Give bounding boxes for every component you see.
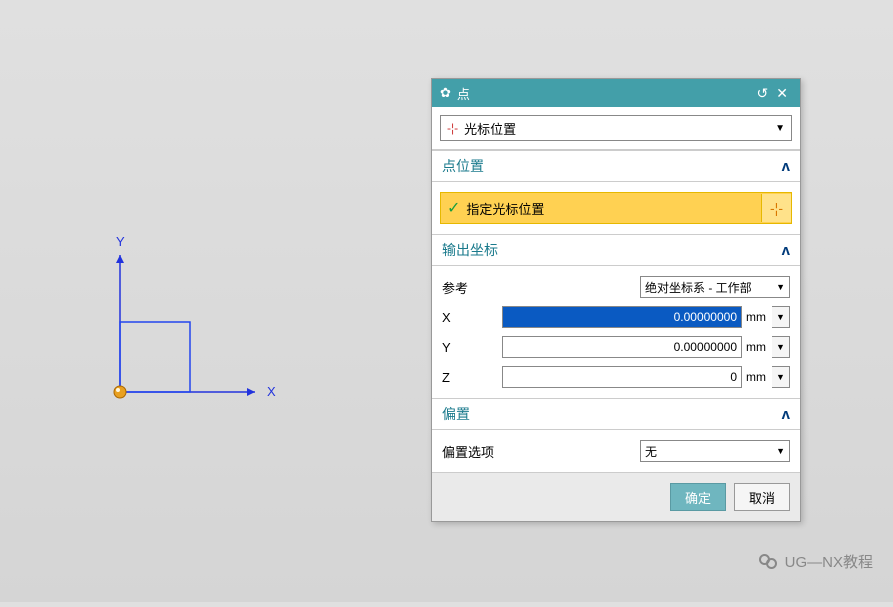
pick-point-icon[interactable]: -¦- [761,194,791,222]
wechat-icon [759,552,779,572]
chevron-down-icon: ▼ [776,282,785,292]
axis-x-label: X [267,384,276,399]
reference-label: 参考 [442,278,502,297]
x-input[interactable] [502,306,742,328]
reference-dropdown[interactable]: 绝对坐标系 - 工作部 ▼ [640,276,790,298]
section-output-coords[interactable]: 输出坐标 ʌ [432,234,800,266]
ok-button[interactable]: 确定 [670,483,726,511]
y-unit-dropdown[interactable]: ▼ [772,336,790,358]
chevron-down-icon: ▼ [775,123,785,134]
close-icon[interactable]: ✕ [772,85,792,102]
origin-point [114,386,126,398]
z-input[interactable] [502,366,742,388]
check-icon: ✓ [447,198,460,218]
reset-icon[interactable]: ↺ [753,85,773,102]
crosshair-icon: -¦- [447,121,458,135]
z-unit: mm [742,370,772,384]
dialog-titlebar[interactable]: ✿ 点 ↺ ✕ [432,79,800,107]
y-input[interactable] [502,336,742,358]
cancel-button[interactable]: 取消 [734,483,790,511]
y-label: Y [442,340,502,355]
section-point-location[interactable]: 点位置 ʌ [432,150,800,182]
point-type-label: 光标位置 [464,119,516,138]
chevron-up-icon: ʌ [782,406,790,423]
watermark: UG—NX教程 [759,551,873,572]
dialog-title: 点 [457,84,470,103]
chevron-down-icon: ▼ [776,446,785,456]
y-unit: mm [742,340,772,354]
offset-option-dropdown[interactable]: 无 ▼ [640,440,790,462]
chevron-up-icon: ʌ [782,158,790,175]
dialog-footer: 确定 取消 [432,472,800,521]
coordinate-axes: X Y [0,0,430,602]
axis-y-label: Y [116,234,125,249]
type-row: -¦- 光标位置 ▼ [432,107,800,150]
z-unit-dropdown[interactable]: ▼ [772,366,790,388]
x-label: X [442,310,502,325]
specify-cursor-row[interactable]: ✓ 指定光标位置 -¦- [440,192,792,224]
point-dialog: ✿ 点 ↺ ✕ -¦- 光标位置 ▼ 点位置 ʌ ✓ 指定光标位置 -¦- 输出… [431,78,801,522]
z-label: Z [442,370,502,385]
gear-icon: ✿ [440,85,451,101]
x-unit: mm [742,310,772,324]
chevron-up-icon: ʌ [782,242,790,259]
x-unit-dropdown[interactable]: ▼ [772,306,790,328]
sketch-rectangle [120,322,190,392]
offset-option-label: 偏置选项 [442,442,522,461]
point-type-dropdown[interactable]: -¦- 光标位置 ▼ [440,115,792,141]
viewport-3d[interactable]: X Y [0,0,430,602]
section-offset[interactable]: 偏置 ʌ [432,398,800,430]
